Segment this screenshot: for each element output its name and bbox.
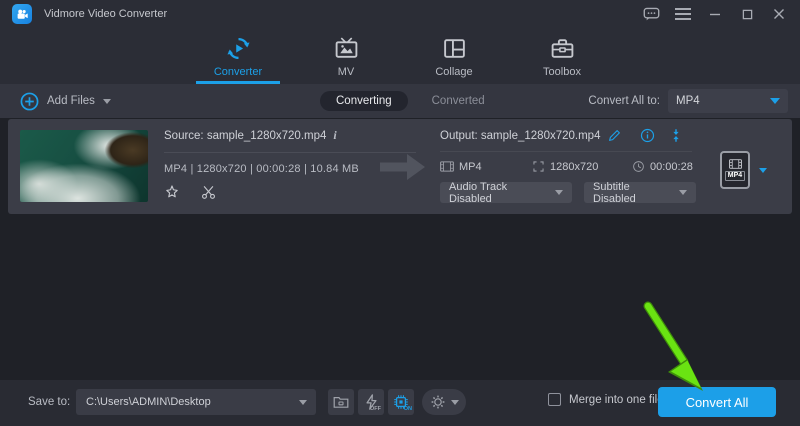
- source-to-output-arrow-icon: [380, 153, 426, 181]
- scissors-cut-icon[interactable]: [200, 184, 217, 200]
- tab-toolbox[interactable]: Toolbox: [522, 28, 602, 84]
- tab-converting[interactable]: Converting: [320, 91, 408, 111]
- output-filename: Output: sample_1280x720.mp4: [440, 130, 600, 142]
- subtitle-dropdown-caret-icon: [679, 190, 687, 195]
- window-title: Vidmore Video Converter: [44, 8, 167, 20]
- audio-track-dropdown[interactable]: Audio Track Disabled: [440, 182, 572, 203]
- source-divider: [164, 152, 416, 153]
- output-resolution: 1280x720: [550, 161, 598, 173]
- open-folder-button[interactable]: [328, 389, 354, 415]
- toolbar: Add Files Converting Converted Convert A…: [0, 84, 800, 118]
- tab-mv-label: MV: [338, 66, 355, 78]
- merge-label: Merge into one file: [569, 394, 664, 406]
- hardware-acceleration-button[interactable]: ON: [388, 389, 414, 415]
- subtitle-value: Subtitle Disabled: [593, 181, 669, 205]
- badge-caret-icon[interactable]: [759, 168, 767, 173]
- toolbox-icon: [550, 35, 575, 61]
- info-circle-icon[interactable]: [640, 128, 655, 143]
- menu-icon[interactable]: [674, 5, 692, 23]
- settings-button[interactable]: [422, 389, 466, 415]
- source-filename: Source: sample_1280x720.mp4: [164, 130, 326, 142]
- mv-icon: [334, 35, 359, 61]
- add-files-caret-icon: [103, 99, 111, 104]
- output-format-badge[interactable]: MP4: [720, 151, 750, 189]
- bottombar: Save to: OFF ON Merge into one file Conv…: [0, 380, 800, 426]
- pencil-edit-icon[interactable]: [607, 128, 622, 143]
- tab-converter[interactable]: Converter: [198, 28, 278, 84]
- settings-caret-icon: [451, 400, 459, 405]
- save-path-select[interactable]: [76, 389, 316, 415]
- tab-converted[interactable]: Converted: [432, 95, 485, 107]
- hw-accel-state: ON: [404, 406, 412, 412]
- save-path-input[interactable]: [76, 396, 299, 408]
- format-select-value: MP4: [676, 95, 700, 107]
- tab-collage-label: Collage: [435, 66, 472, 78]
- converter-icon: [226, 35, 251, 61]
- collage-icon: [442, 35, 467, 61]
- close-icon[interactable]: [770, 5, 788, 23]
- add-files-label: Add Files: [47, 95, 95, 107]
- main-nav: Converter MV Collage: [0, 28, 800, 84]
- format-select[interactable]: MP4: [668, 89, 788, 113]
- titlebar: Vidmore Video Converter: [0, 0, 800, 28]
- file-row[interactable]: Source: sample_1280x720.mp4 i MP4 | 1280…: [8, 119, 792, 214]
- compress-icon[interactable]: [669, 128, 683, 143]
- plus-circle-icon: [20, 92, 39, 111]
- high-speed-state: OFF: [370, 406, 381, 412]
- output-duration: 00:00:28: [650, 161, 693, 173]
- convert-all-to-label: Convert All to:: [588, 95, 660, 107]
- open-folder-icon: [333, 395, 349, 409]
- film-icon: [729, 159, 742, 169]
- badge-format-label: MP4: [725, 171, 745, 181]
- subtitle-dropdown[interactable]: Subtitle Disabled: [584, 182, 696, 203]
- film-icon: [440, 161, 454, 172]
- audio-dropdown-caret-icon: [555, 190, 563, 195]
- audio-track-value: Audio Track Disabled: [449, 181, 545, 205]
- high-speed-button[interactable]: OFF: [358, 389, 384, 415]
- save-to-label: Save to:: [28, 396, 70, 408]
- format-select-caret-icon: [770, 98, 780, 104]
- maximize-icon[interactable]: [738, 5, 756, 23]
- tab-converter-label: Converter: [214, 66, 262, 78]
- app-logo-icon: [12, 4, 32, 24]
- magic-wand-edit-icon[interactable]: [164, 184, 180, 200]
- feedback-icon[interactable]: [642, 5, 660, 23]
- minimize-icon[interactable]: [706, 5, 724, 23]
- video-thumbnail[interactable]: [20, 130, 148, 202]
- info-icon[interactable]: i: [333, 128, 336, 143]
- merge-option[interactable]: Merge into one file: [548, 393, 664, 406]
- tab-toolbox-label: Toolbox: [543, 66, 581, 78]
- add-files-button[interactable]: Add Files: [20, 92, 111, 111]
- output-format: MP4: [459, 161, 482, 173]
- clock-icon: [632, 160, 645, 173]
- tab-collage[interactable]: Collage: [414, 28, 494, 84]
- output-divider: [440, 151, 692, 152]
- gear-settings-icon: [430, 394, 446, 410]
- save-path-caret-icon: [299, 400, 307, 405]
- tab-mv[interactable]: MV: [306, 28, 386, 84]
- resolution-icon: [532, 160, 545, 173]
- merge-checkbox[interactable]: [548, 393, 561, 406]
- convert-all-button[interactable]: Convert All: [658, 387, 776, 417]
